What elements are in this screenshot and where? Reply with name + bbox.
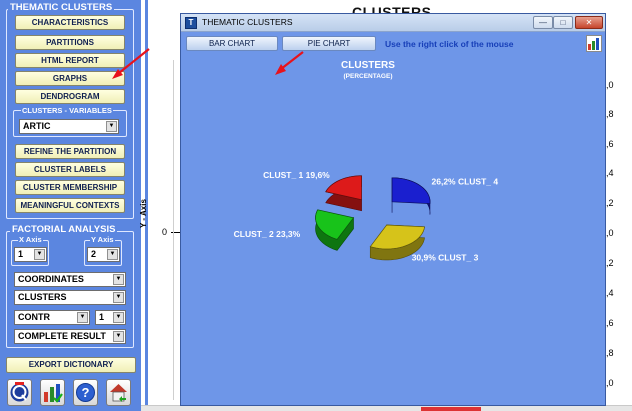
- q-logo-button[interactable]: [7, 379, 32, 406]
- x-axis-label: X Axis: [18, 235, 43, 244]
- contr-number-value: 1: [99, 312, 105, 322]
- cluster-membership-button[interactable]: CLUSTER MEMBERSHIP: [15, 180, 125, 195]
- chevron-down-icon: ▼: [113, 312, 124, 323]
- clusters-variables-label: CLUSTERS - VARIABLES: [21, 106, 113, 115]
- factorial-analysis-title: FACTORIAL ANALYSIS: [10, 224, 118, 235]
- chevron-down-icon: ▼: [34, 249, 45, 260]
- home-button[interactable]: [106, 379, 131, 406]
- pie-slice-label: CLUST_ 1 19,6%: [263, 170, 330, 180]
- chevron-down-icon: ▼: [106, 121, 117, 132]
- clusters-variables-select[interactable]: ARTIC ▼: [19, 119, 119, 134]
- clusters-select[interactable]: CLUSTERS ▼: [14, 290, 126, 305]
- tick-label: ,6: [606, 139, 614, 149]
- chart-icon: [44, 384, 63, 403]
- result-value: COMPLETE RESULT: [18, 331, 106, 341]
- x-axis-select[interactable]: 1 ▼: [14, 247, 47, 262]
- graphs-button[interactable]: GRAPHS: [15, 71, 125, 86]
- tick-label: ,2: [606, 258, 614, 268]
- partitions-button[interactable]: PARTITIONS: [15, 35, 125, 50]
- y-axis-label: Y Axis: [90, 235, 115, 244]
- help-button[interactable]: ?: [73, 379, 98, 406]
- clusters-value: CLUSTERS: [18, 292, 67, 302]
- chevron-down-icon: ▼: [113, 292, 124, 303]
- chevron-down-icon: ▼: [77, 312, 88, 323]
- result-select[interactable]: COMPLETE RESULT ▼: [14, 329, 126, 344]
- chevron-down-icon: ▼: [113, 331, 124, 342]
- tick-label: ,8: [606, 109, 614, 119]
- tick-label: ,4: [606, 288, 614, 298]
- clusters-variables-value: ARTIC: [23, 121, 51, 131]
- thematic-clusters-dialog: T THEMATIC CLUSTERS — □ ✕ BAR CHART PIE …: [180, 13, 606, 406]
- contr-number-select[interactable]: 1 ▼: [95, 310, 126, 325]
- contr-value: CONTR: [18, 312, 50, 322]
- coordinates-select[interactable]: COORDINATES ▼: [14, 272, 126, 287]
- chevron-down-icon: ▼: [113, 274, 124, 285]
- pie-slice-label: 26,2% CLUST_ 4: [432, 177, 499, 187]
- pie-slice: [325, 175, 362, 212]
- tick-label: ,6: [606, 318, 614, 328]
- contr-select[interactable]: CONTR ▼: [14, 310, 90, 325]
- pie-slice-top: [391, 177, 431, 204]
- coordinates-value: COORDINATES: [18, 274, 84, 284]
- q-logo-icon: [10, 382, 29, 402]
- refine-partition-button[interactable]: REFINE THE PARTITION: [15, 144, 125, 159]
- tick-label: ,0: [606, 80, 614, 90]
- left-control-panel: THEMATIC CLUSTERS CHARACTERISTICS PARTIT…: [0, 0, 141, 411]
- y-axis-select[interactable]: 2 ▼: [87, 247, 120, 262]
- tick-label: ,8: [606, 348, 614, 358]
- cluster-labels-button[interactable]: CLUSTER LABELS: [15, 162, 125, 177]
- chevron-down-icon: ▼: [107, 249, 118, 260]
- y-axis-value: 2: [91, 249, 97, 259]
- help-icon: ?: [76, 383, 95, 402]
- background-axis-line: [173, 60, 174, 400]
- pie-slice: [315, 209, 355, 251]
- svg-text:?: ?: [82, 385, 90, 400]
- meaningful-contexts-button[interactable]: MEANINGFUL CONTEXTS: [15, 198, 125, 213]
- html-report-button[interactable]: HTML REPORT: [15, 53, 125, 68]
- characteristics-button[interactable]: CHARACTERISTICS: [15, 15, 125, 30]
- x-axis-value: 1: [18, 249, 24, 259]
- pie-slice-label: 30,9% CLUST_ 3: [412, 252, 479, 262]
- chart-button[interactable]: [40, 379, 65, 406]
- tick-label: ,0: [606, 228, 614, 238]
- pie-slice-label: CLUST_ 2 23,3%: [234, 229, 301, 239]
- pie-slice: [391, 177, 431, 215]
- pie-chart: CLUST_ 1 19,6% 26,2% CLUST_ 4 CLUST_ 2 23,…: [234, 170, 499, 262]
- tick-label: ,4: [606, 168, 614, 178]
- y-axis-title: Y - Axis: [139, 199, 148, 228]
- tick-label: ,2: [606, 198, 614, 208]
- thematic-clusters-title: THEMATIC CLUSTERS: [8, 2, 115, 13]
- home-icon: [110, 384, 127, 402]
- tick-label: ,0: [606, 378, 614, 388]
- dendrogram-button[interactable]: DENDROGRAM: [15, 89, 125, 104]
- export-dictionary-button[interactable]: EXPORT DICTIONARY: [6, 357, 136, 373]
- y-axis-zero-label: 0: [162, 227, 168, 237]
- scrollbar-thumb[interactable]: [421, 407, 481, 411]
